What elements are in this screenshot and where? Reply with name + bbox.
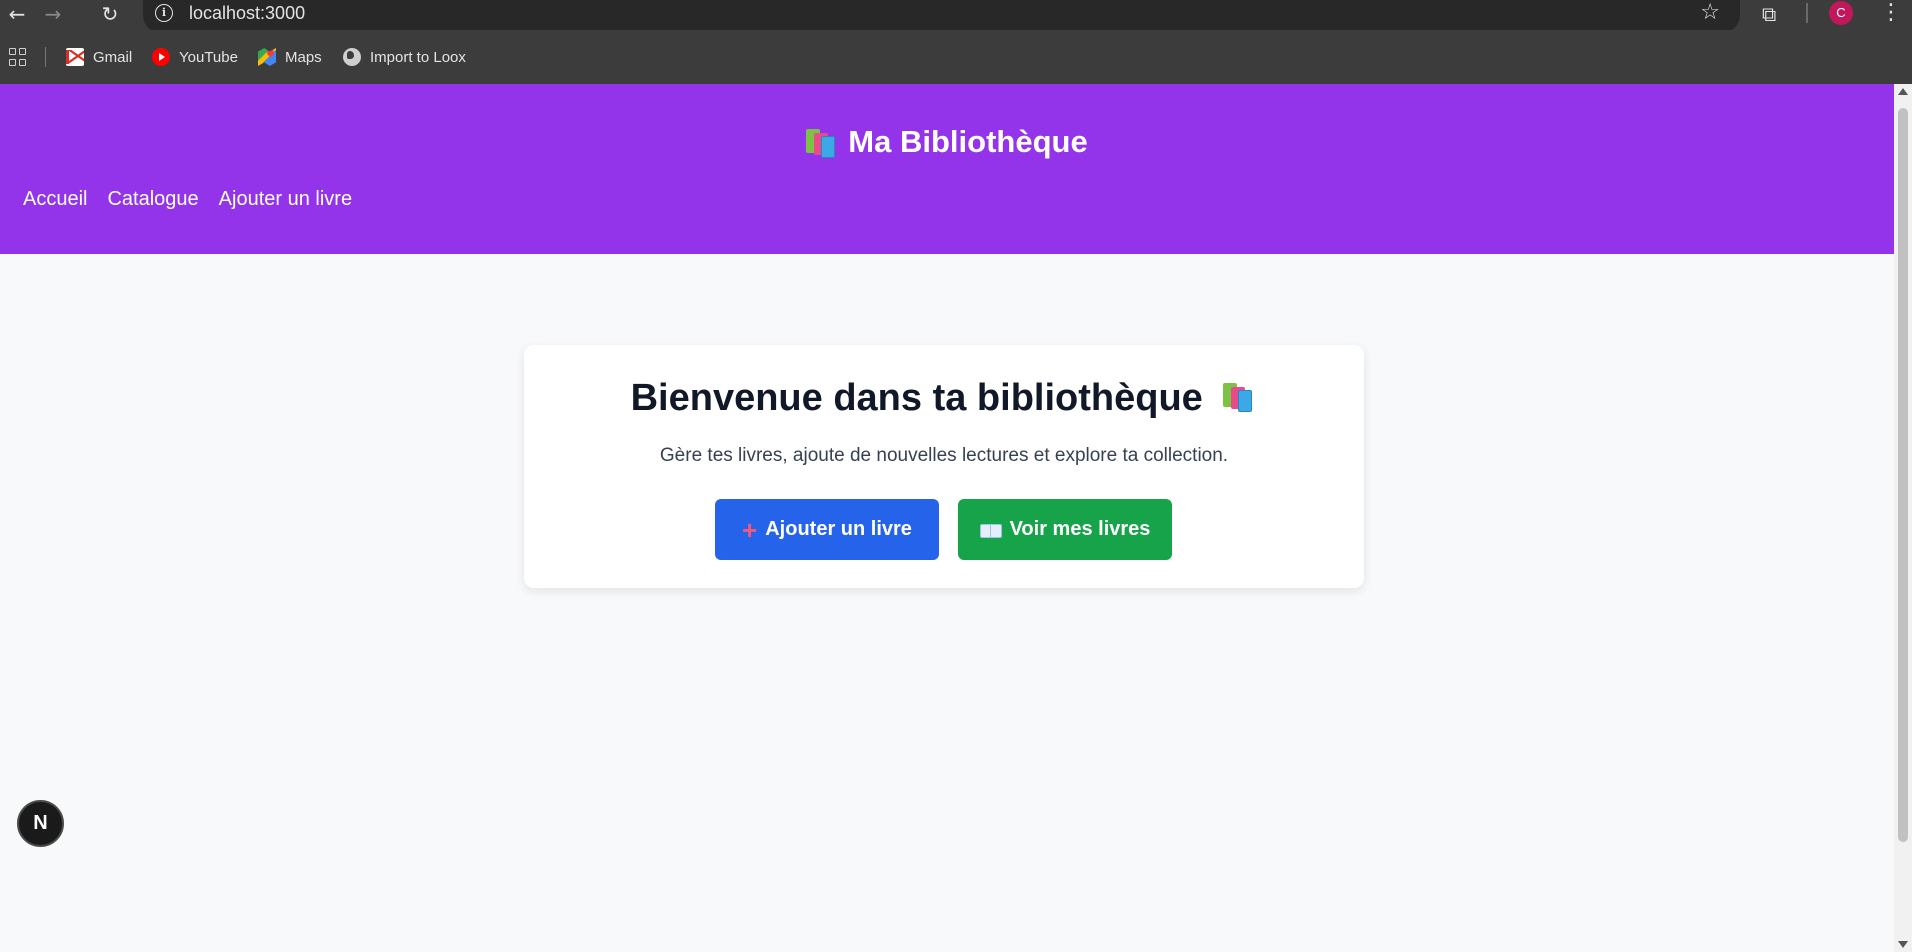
nav-link-catalogue[interactable]: Catalogue (107, 188, 198, 211)
nav-link-accueil[interactable]: Accueil (23, 188, 87, 211)
toolbar-divider (1806, 3, 1808, 23)
scroll-up-arrow-icon[interactable] (1898, 88, 1908, 95)
add-book-button[interactable]: + Ajouter un livre (715, 499, 939, 560)
page-scrollbar[interactable] (1894, 84, 1912, 952)
books-icon (1223, 382, 1257, 417)
youtube-icon (152, 48, 170, 66)
back-icon[interactable]: ← (4, 2, 30, 28)
url-text[interactable]: localhost:3000 (189, 3, 305, 24)
bookmark-label: Maps (285, 48, 322, 66)
nav-link-ajouter-un-livre[interactable]: Ajouter un livre (219, 188, 352, 211)
bookmark-maps[interactable]: Maps (258, 46, 322, 68)
plus-icon: + (742, 514, 758, 545)
bookmark-youtube[interactable]: YouTube (152, 46, 238, 68)
extensions-icon[interactable]: ⧉ (1762, 2, 1786, 26)
scrollbar-thumb[interactable] (1898, 108, 1908, 842)
browser-menu-icon[interactable]: ⋮ (1880, 0, 1902, 25)
bookmark-star-icon[interactable]: ☆ (1700, 0, 1720, 25)
globe-icon (343, 48, 361, 66)
bookmarks-bar: Gmail YouTube Maps Import to Loox (0, 30, 1912, 84)
apps-grid-icon[interactable] (9, 48, 27, 66)
site-header: Ma Bibliothèque Accueil Catalogue Ajoute… (0, 84, 1894, 254)
reload-icon[interactable]: ↻ (97, 2, 123, 28)
welcome-title-text: Bienvenue dans ta bibliothèque (630, 377, 1203, 419)
books-icon (806, 128, 838, 159)
welcome-card: Bienvenue dans ta bibliothèque Gère tes … (524, 345, 1364, 588)
site-title: Ma Bibliothèque (0, 124, 1894, 160)
site-info-icon[interactable]: i (155, 4, 173, 22)
view-books-button[interactable]: Voir mes livres (958, 499, 1172, 560)
site-title-text: Ma Bibliothèque (848, 124, 1088, 159)
address-bar[interactable]: i localhost:3000 ☆ (143, 0, 1740, 33)
add-book-button-label: Ajouter un livre (765, 518, 912, 540)
browser-toolbar: ← → ↻ i localhost:3000 ☆ ⧉ C ⋮ (0, 0, 1912, 33)
maps-icon (258, 48, 276, 66)
scroll-down-arrow-icon[interactable] (1898, 941, 1908, 948)
forward-icon[interactable]: → (40, 2, 66, 28)
view-books-button-label: Voir mes livres (1009, 518, 1151, 540)
welcome-subtitle: Gère tes livres, ajoute de nouvelles lec… (659, 445, 1229, 466)
nextjs-dev-badge[interactable]: N (17, 800, 64, 847)
gmail-icon (66, 48, 84, 66)
page-viewport: Ma Bibliothèque Accueil Catalogue Ajoute… (0, 84, 1894, 952)
bookmark-label: Gmail (93, 48, 133, 66)
bookmark-gmail[interactable]: Gmail (66, 46, 132, 68)
open-book-icon (979, 522, 1002, 538)
profile-avatar[interactable]: C (1829, 1, 1853, 25)
bookmark-import-to-loox[interactable]: Import to Loox (343, 46, 466, 68)
welcome-title: Bienvenue dans ta bibliothèque (524, 377, 1364, 420)
main-nav: Accueil Catalogue Ajouter un livre (23, 188, 352, 211)
bookmarks-separator (45, 47, 46, 67)
bookmark-label: YouTube (179, 48, 238, 66)
bookmark-label: Import to Loox (370, 48, 466, 66)
